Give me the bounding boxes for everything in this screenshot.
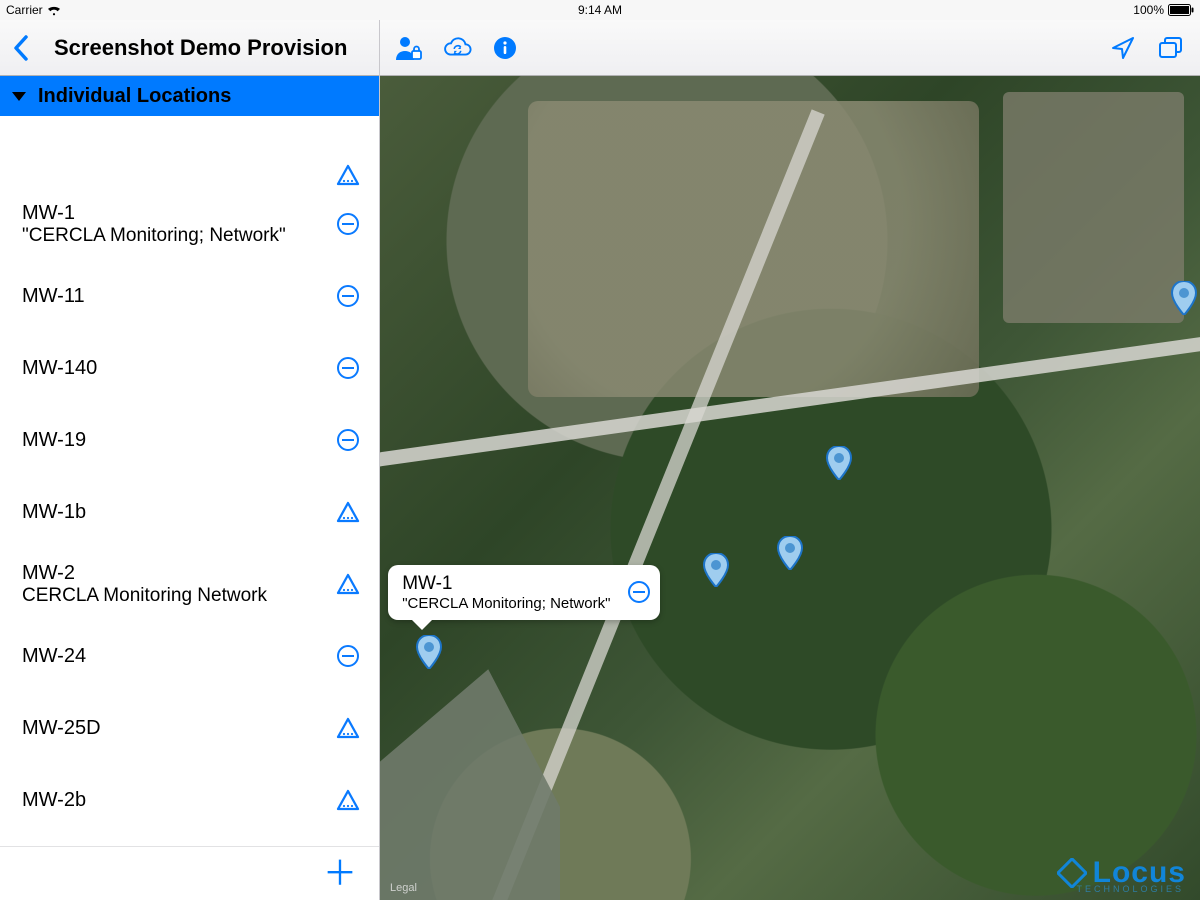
carrier-label: Carrier [6, 3, 43, 17]
location-title: MW-11 [22, 285, 335, 308]
list-item[interactable]: MW-19 [0, 404, 379, 476]
callout-subtitle: "CERCLA Monitoring; Network" [402, 595, 610, 612]
ios-status-bar: Carrier 9:14 AM 100% [0, 0, 1200, 20]
locate-me-button[interactable] [1108, 33, 1138, 63]
list-item[interactable]: MW-11 [0, 260, 379, 332]
locations-sidebar: Screenshot Demo Provision Individual Loc… [0, 20, 380, 900]
map-pin[interactable] [825, 446, 853, 480]
callout-detail-button[interactable] [628, 581, 650, 603]
location-title: MW-24 [22, 645, 335, 668]
map-legal-link[interactable]: Legal [390, 882, 417, 894]
location-status-circle-icon [335, 283, 361, 309]
location-status-triangle-icon [335, 571, 361, 597]
map-toolbar [380, 20, 1200, 76]
user-lock-button[interactable] [394, 33, 424, 63]
list-item[interactable]: MW-2b [0, 764, 379, 836]
satellite-map[interactable]: MW-1 "CERCLA Monitoring; Network" Legal … [380, 76, 1200, 900]
sidebar-nav-header: Screenshot Demo Provision [0, 20, 379, 76]
clock-label: 9:14 AM [578, 3, 622, 17]
location-title: MW-1b [22, 501, 335, 524]
location-status-circle-icon [335, 427, 361, 453]
location-title: MW-140 [22, 357, 335, 380]
section-title: Individual Locations [38, 85, 231, 108]
location-status-triangle-icon [335, 715, 361, 741]
section-header-individual-locations[interactable]: Individual Locations [0, 76, 379, 116]
map-pin[interactable] [1170, 281, 1198, 315]
location-list[interactable]: MW-1 "CERCLA Monitoring; Network" MW-11 … [0, 116, 379, 846]
location-title: MW-2b [22, 789, 335, 812]
battery-icon [1168, 4, 1194, 16]
battery-label: 100% [1133, 3, 1164, 17]
back-button[interactable] [8, 35, 34, 61]
wifi-icon [47, 5, 61, 16]
location-status-circle-icon [335, 643, 361, 669]
location-title: MW-1 [22, 202, 335, 225]
page-title: Screenshot Demo Provision [54, 35, 347, 61]
cloud-sync-button[interactable] [442, 33, 472, 63]
list-item[interactable]: MW-24 [0, 620, 379, 692]
map-pin-selected[interactable] [415, 635, 443, 669]
map-pin[interactable] [776, 536, 804, 570]
disclosure-triangle-icon [12, 92, 26, 101]
location-title: MW-2 [22, 562, 335, 585]
list-item[interactable]: MW-25D [0, 692, 379, 764]
list-item[interactable]: MW-1b [0, 476, 379, 548]
detail-pane: MW-1 "CERCLA Monitoring; Network" Legal … [380, 20, 1200, 900]
location-title: MW-19 [22, 429, 335, 452]
info-button[interactable] [490, 33, 520, 63]
location-title: MW-25D [22, 717, 335, 740]
map-callout[interactable]: MW-1 "CERCLA Monitoring; Network" [388, 565, 660, 620]
list-item[interactable]: MW-2 CERCLA Monitoring Network [0, 548, 379, 620]
location-status-circle-icon [335, 211, 361, 237]
brand-subtitle: TECHNOLOGIES [1076, 884, 1184, 894]
list-item[interactable] [0, 116, 379, 188]
map-pin[interactable] [702, 553, 730, 587]
location-status-triangle-icon [335, 787, 361, 813]
location-status-triangle-icon [335, 499, 361, 525]
location-status-triangle-icon [335, 162, 361, 188]
list-item[interactable]: MW-140 [0, 332, 379, 404]
sidebar-bottom-toolbar: ＋ [0, 846, 379, 900]
callout-title: MW-1 [402, 573, 610, 595]
location-subtitle: CERCLA Monitoring Network [22, 585, 335, 607]
layers-button[interactable] [1156, 33, 1186, 63]
list-item[interactable]: MW-1 "CERCLA Monitoring; Network" [0, 188, 379, 260]
add-location-button[interactable]: ＋ [323, 857, 357, 891]
location-status-circle-icon [335, 355, 361, 381]
location-subtitle: "CERCLA Monitoring; Network" [22, 225, 335, 247]
